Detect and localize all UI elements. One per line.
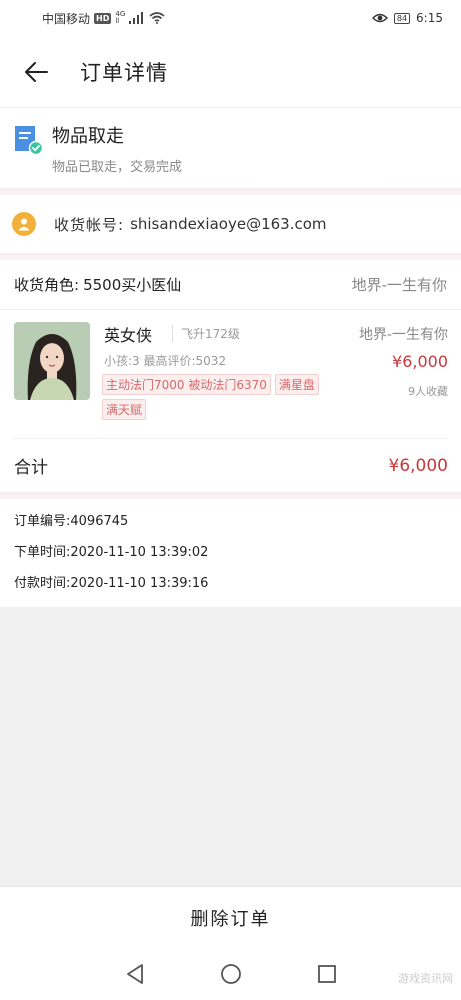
item-tag: 主动法门7000 被动法门6370 [102,374,271,395]
footer-bar: 删除订单 [0,886,461,948]
signal-icon [129,12,144,24]
section-divider [0,492,461,499]
account-label: 收货帐号: [54,215,125,234]
app-header: 订单详情 [0,36,461,108]
role-label: 收货角色: [14,276,80,294]
account-value: shisandexiaoye@163.com [130,215,327,233]
system-status-bar: 中国移动 HD 4G ll 84 6:15 [0,0,461,36]
item-row[interactable]: 英女侠 飞升172级 小孩:3 最高评价:5032 主动法门7000 被动法门6… [14,322,448,430]
arrow-left-icon [25,61,48,82]
network-indicator: 4G ll [115,11,125,25]
order-detail-page: 中国移动 HD 4G ll 84 6:15 订单详情 物品取走 物品已取走，交易… [0,0,461,1000]
order-item-card: 收货角色: 5500买小医仙 地界-一生有你 英女侠 飞升172级 小孩:3 最… [0,260,461,492]
watermark: 游戏资讯网 [398,972,453,985]
order-status-subtitle: 物品已取走，交易完成 [52,160,183,175]
status-right: 84 6:15 [371,11,443,25]
circle-home-icon [220,964,241,984]
section-divider [0,253,461,260]
role-row: 收货角色: 5500买小医仙 地界-一生有你 [0,260,461,310]
role-server: 地界-一生有你 [351,276,447,294]
triangle-back-icon [126,964,143,984]
order-time: 下单时间:2020-11-10 13:39:02 [14,545,209,560]
order-status-title: 物品取走 [52,126,124,147]
page-title: 订单详情 [80,60,168,85]
role-value: 5500买小医仙 [83,276,182,294]
delete-order-button[interactable]: 删除订单 [191,905,271,931]
total-value: ¥6,000 [388,455,448,476]
wifi-icon [149,12,165,24]
user-icon [12,212,36,236]
nav-recent-button[interactable] [312,959,342,989]
total-row: 合计 ¥6,000 [14,438,448,492]
item-tag: 满星盘 [274,374,319,395]
character-avatar [14,322,90,400]
document-check-icon [12,124,44,156]
status-left: 中国移动 HD 4G ll [42,10,165,27]
payment-time: 付款时间:2020-11-10 13:39:16 [14,576,209,591]
back-button[interactable] [0,36,72,108]
item-favorites: 9人收藏 [408,385,448,398]
battery-indicator: 84 [393,12,411,24]
item-tags: 主动法门7000 被动法门6370 满星盘 满天赋 [102,374,352,420]
nav-home-button[interactable] [216,959,246,989]
battery-level: 84 [396,13,408,23]
section-divider [0,188,461,195]
order-status-card: 物品取走 物品已取走，交易完成 [0,108,461,188]
total-label: 合计 [14,458,48,478]
account-card: 收货帐号: shisandexiaoye@163.com [0,195,461,253]
eye-icon [371,13,388,23]
nav-back-button[interactable] [120,959,150,989]
network-arrow-label: ll [115,17,120,25]
square-recent-icon [317,965,336,983]
item-price: ¥6,000 [392,352,448,371]
hd-badge: HD [94,12,112,24]
item-stats: 小孩:3 最高评价:5032 [104,354,227,368]
carrier-label: 中国移动 [42,11,91,26]
order-status-text: 物品取走 物品已取走，交易完成 [52,122,182,188]
item-level: 飞升172级 [172,325,240,342]
item-server: 地界-一生有你 [358,327,448,343]
system-navigation-bar: 游戏资讯网 [0,948,461,1000]
clock: 6:15 [416,11,443,25]
order-number: 订单编号:4096745 [14,514,129,529]
order-info-card: 订单编号:4096745 下单时间:2020-11-10 13:39:02 付款… [0,499,461,607]
item-name: 英女侠 [104,326,153,345]
item-tag: 满天赋 [102,399,147,420]
